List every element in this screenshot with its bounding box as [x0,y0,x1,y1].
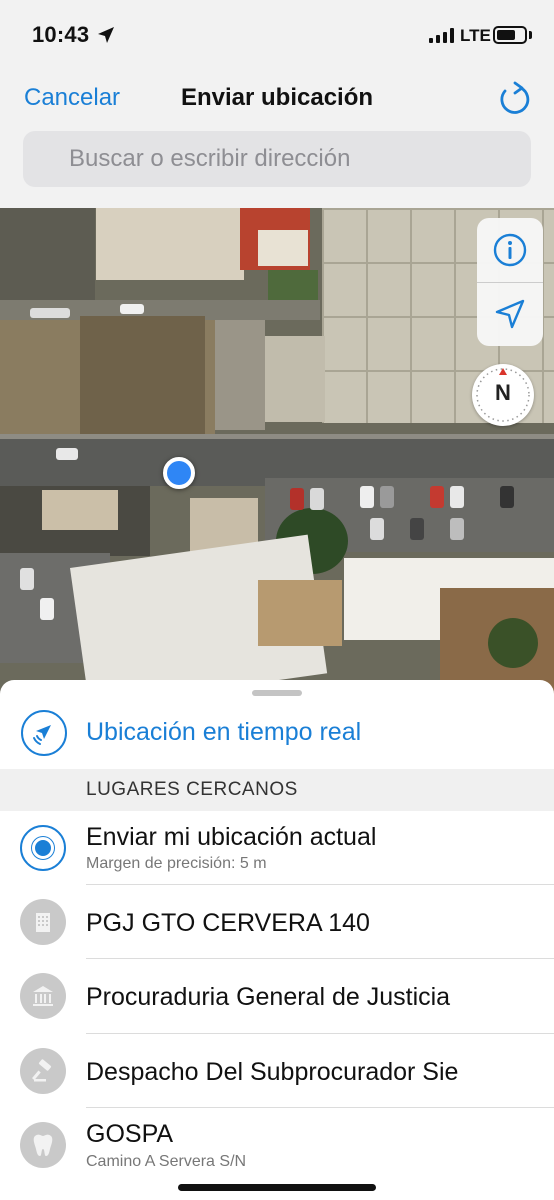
place-row[interactable]: Despacho Del Subprocurador Sie [0,1034,554,1108]
map-controls [477,218,543,346]
courthouse-icon [20,973,66,1019]
status-bar: 10:43 LTE [0,0,554,70]
battery-nub [529,31,532,39]
refresh-icon[interactable] [496,80,532,116]
map-car [430,486,444,508]
map-lot [0,208,95,308]
place-row[interactable]: GOSPA Camino A Servera S/N [0,1108,554,1188]
status-time: 10:43 [32,22,90,47]
map-car [360,486,374,508]
map-car [290,488,304,510]
map-car [450,486,464,508]
place-row-current-location[interactable]: Enviar mi ubicación actual Margen de pre… [0,811,554,885]
live-location-icon [21,710,67,756]
map-info-button[interactable] [477,218,543,282]
map-sidewalk [0,434,554,439]
place-row[interactable]: Procuraduria General de Justicia [0,959,554,1034]
map-car [380,486,394,508]
live-location-label: Ubicación en tiempo real [86,718,362,746]
map-car [20,568,34,590]
map-building [258,580,342,646]
nav-bar: Cancelar Enviar ubicación [0,70,554,130]
user-location-dot [163,457,195,489]
location-services-icon [98,27,114,43]
home-indicator[interactable] [178,1184,376,1191]
place-name: GOSPA [86,1120,174,1148]
map-car [370,518,384,540]
current-location-icon [20,825,66,871]
map-building [42,490,118,530]
place-name: Enviar mi ubicación actual [86,823,377,851]
compass-button[interactable]: N [472,364,534,426]
place-subtitle: Margen de precisión: 5 m [86,855,267,872]
satellite-map[interactable]: N [0,208,554,698]
map-car [310,488,324,510]
map-building [96,208,244,280]
sheet-grabber[interactable] [252,690,302,696]
map-building [215,320,265,430]
section-header: LUGARES CERCANOS [0,769,554,811]
location-sheet: Ubicación en tiempo real LUGARES CERCANO… [0,680,554,1200]
battery-icon [493,26,527,44]
place-subtitle: Camino A Servera S/N [86,1153,247,1170]
map-dirt-lot [80,316,205,434]
search-input[interactable] [23,131,531,187]
tooth-icon [20,1122,66,1168]
map-car [500,486,514,508]
map-car [56,448,78,460]
map-tree [488,618,538,668]
map-locate-button[interactable] [477,282,543,346]
place-name: Procuraduria General de Justicia [86,983,451,1011]
map-building [258,230,308,266]
network-type: LTE [460,26,491,45]
map-car [120,304,144,314]
live-location-row[interactable]: Ubicación en tiempo real [0,702,554,768]
info-icon [493,233,527,267]
section-header-label: LUGARES CERCANOS [86,779,298,800]
gavel-icon [20,1048,66,1094]
building-icon [20,899,66,945]
page-title: Enviar ubicación [180,84,374,111]
map-car [410,518,424,540]
cellular-signal-icon [429,28,454,43]
location-arrow-icon [495,299,525,329]
compass-letter: N [495,380,511,405]
place-name: PGJ GTO CERVERA 140 [86,909,370,937]
map-car [450,518,464,540]
map-building [265,336,325,422]
place-row[interactable]: PGJ GTO CERVERA 140 [0,885,554,959]
map-car [40,598,54,620]
search-bar[interactable] [23,131,531,187]
map-car [30,308,70,318]
place-name: Despacho Del Subprocurador Sie [86,1058,459,1086]
